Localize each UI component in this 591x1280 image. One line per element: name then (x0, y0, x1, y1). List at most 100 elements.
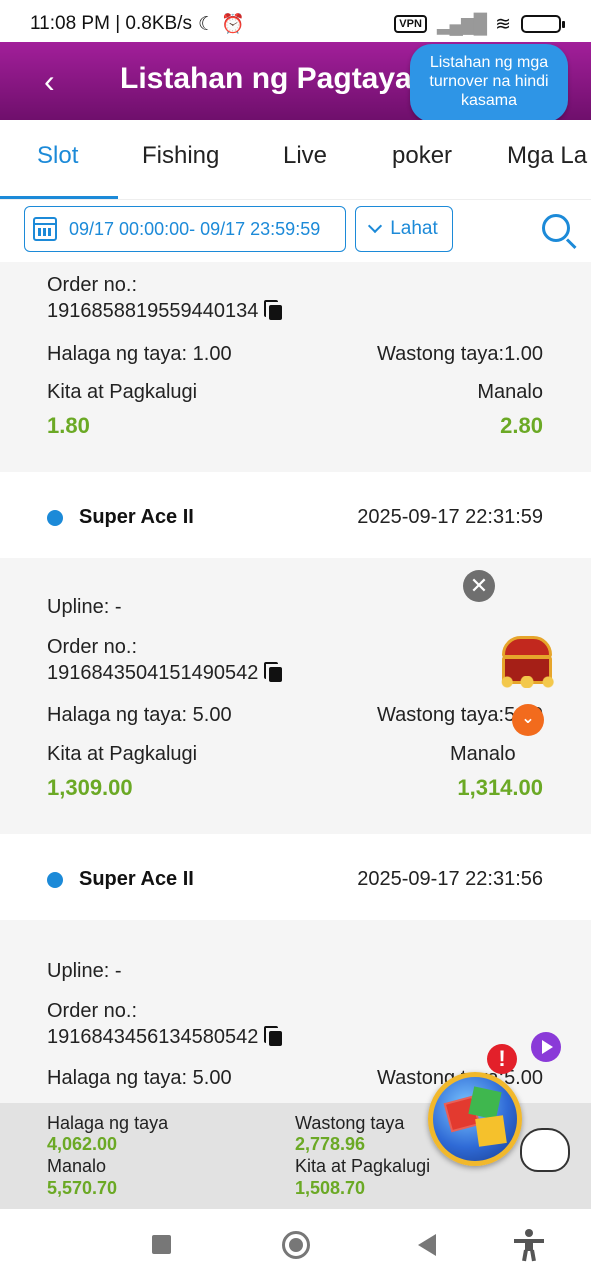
accessibility-head (525, 1229, 533, 1237)
profit-loss-value: 1,309.00 (47, 775, 133, 800)
recent-apps-icon[interactable] (152, 1235, 171, 1254)
status-bar: 11:08 PM | 0.8KB/s ☾ ⏰ VPN ▂▄▆█ ≋ (0, 0, 591, 48)
bet-amount: Halaga ng taya: 1.00 (47, 343, 232, 366)
win-value: 2.80 (500, 413, 543, 438)
summary-bet-label: Halaga ng taya (47, 1113, 169, 1133)
profit-loss-label: Kita at Pagkalugi (47, 743, 198, 765)
close-icon[interactable]: ✕ (463, 570, 495, 602)
chevron-down-icon (368, 218, 383, 234)
summary-profit-label: Kita at Pagkalugi (295, 1156, 431, 1176)
vpn-badge: VPN (394, 15, 427, 33)
tab-slot[interactable]: Slot (37, 142, 78, 170)
accessibility-leg (522, 1249, 528, 1262)
bet-amount-label: Halaga ng taya: (47, 704, 193, 726)
signal-icon: ▂▄▆█ (436, 13, 487, 35)
bet-time: 2025-09-17 22:31:56 (357, 868, 543, 890)
accessibility-icon[interactable] (514, 1229, 544, 1262)
back-button[interactable]: ‹ (44, 64, 78, 98)
back-icon[interactable] (418, 1234, 436, 1256)
order-no-row: 1916843456134580542 (47, 1026, 283, 1049)
search-icon (542, 214, 570, 242)
summary-win-label: Manalo (47, 1156, 107, 1176)
copy-icon[interactable] (264, 300, 283, 320)
valid-bet-label: Wastong taya: (376, 343, 505, 365)
order-no-value: 1916858819559440134 (47, 300, 259, 322)
status-time-speed: 11:08 PM | 0.8KB/s (30, 13, 192, 34)
bet-amount-value: 5.00 (192, 704, 232, 726)
filter-bar: 09/17 00:00:00- 09/17 23:59:59 Lahat (0, 200, 591, 262)
bet-time: 2025-09-17 22:31:59 (357, 506, 543, 528)
bet-amount-value: 5.00 (192, 1067, 232, 1089)
page-header: ‹ Listahan ng Pagtaya Listahan ng mga tu… (0, 42, 591, 122)
profit-loss-value: 1.80 (47, 413, 90, 438)
accessibility-leg (530, 1249, 536, 1262)
home-icon[interactable] (282, 1231, 310, 1259)
status-filter-value: Lahat (390, 218, 438, 239)
tab-lottery[interactable]: Mga La (507, 142, 587, 170)
tab-poker[interactable]: poker (392, 142, 452, 170)
win-label: Manalo (477, 381, 543, 403)
bet-amount-label: Halaga ng taya: (47, 1067, 193, 1089)
system-nav-bar (0, 1209, 591, 1280)
order-no-value: 1916843504151490542 (47, 662, 259, 684)
cube-yellow (475, 1115, 507, 1147)
valid-bet: Wastong taya:1.00 (377, 343, 543, 366)
summary-valid-value: 2,778.96 (295, 1134, 366, 1154)
alarm-icon: ⏰ (221, 14, 245, 35)
valid-bet-label: Wastong taya: (376, 704, 505, 726)
battery-icon (521, 15, 565, 33)
bet-amount: Halaga ng taya: 5.00 (47, 1067, 232, 1090)
copy-icon[interactable] (264, 1026, 283, 1046)
chest-lid (502, 636, 552, 658)
tab-live[interactable]: Live (283, 142, 327, 170)
play-icon[interactable] (531, 1032, 561, 1062)
status-dot (47, 510, 63, 526)
search-icon-handle (565, 238, 577, 250)
game-name: Super Ace II (79, 506, 194, 528)
status-dot (47, 872, 63, 888)
game-name: Super Ace II (79, 868, 194, 890)
win-value: 1,314.00 (457, 775, 543, 800)
bet-record: Order no.: 1916858819559440134 Halaga ng… (0, 262, 591, 472)
page-title: Listahan ng Pagtaya (120, 62, 412, 95)
tab-fishing[interactable]: Fishing (142, 142, 219, 170)
double-chevron-down-icon[interactable]: ⌄ (512, 704, 544, 736)
bet-amount: Halaga ng taya: 5.00 (47, 704, 232, 727)
copy-icon[interactable] (264, 662, 283, 682)
date-range-picker[interactable]: 09/17 00:00:00- 09/17 23:59:59 (24, 206, 346, 252)
upline: Upline: - (47, 596, 122, 618)
active-tab-indicator (0, 196, 118, 199)
game-cube-icon[interactable] (428, 1072, 522, 1166)
calendar-icon (33, 217, 57, 241)
search-button[interactable] (540, 212, 578, 250)
status-filter-select[interactable]: Lahat (355, 206, 453, 252)
bet-record-header: Super Ace II 2025-09-17 22:31:56 (0, 836, 591, 920)
order-no-value: 1916843456134580542 (47, 1026, 259, 1048)
summary-profit-value: 1,508.70 (295, 1178, 366, 1198)
bet-amount-value: 1.00 (192, 343, 232, 365)
valid-bet-value: 1.00 (504, 343, 543, 365)
win-label: Manalo (450, 743, 516, 765)
upline: Upline: - (47, 960, 122, 982)
cube-green (468, 1086, 502, 1120)
glove-icon[interactable] (520, 1128, 570, 1172)
alert-icon: ! (487, 1044, 517, 1074)
wifi-icon: ≋ (495, 13, 511, 35)
profit-loss-label: Kita at Pagkalugi (47, 381, 198, 403)
order-no-label: Order no.: (47, 1000, 138, 1022)
category-tabs: Slot Fishing Live poker Mga La (0, 120, 591, 200)
order-no-row: 1916858819559440134 (47, 300, 283, 323)
summary-valid-label: Wastong taya (295, 1113, 405, 1133)
excluded-turnover-button[interactable]: Listahan ng mga turnover na hindi kasama (410, 44, 568, 122)
order-no-row: 1916843504151490542 (47, 662, 283, 685)
chest-gold (494, 676, 560, 688)
order-no-label: Order no.: (47, 274, 138, 296)
bet-record-header: Super Ace II 2025-09-17 22:31:59 (0, 474, 591, 558)
summary-win-value: 5,570.70 (47, 1178, 118, 1198)
moon-icon: ☾ (197, 13, 215, 35)
summary-bet-value: 4,062.00 (47, 1134, 118, 1154)
treasure-chest-icon[interactable] (494, 634, 560, 690)
order-no-label: Order no.: (47, 636, 138, 658)
bet-amount-label: Halaga ng taya: (47, 343, 193, 365)
bet-record: Upline: - Order no.: 1916843504151490542… (0, 558, 591, 834)
